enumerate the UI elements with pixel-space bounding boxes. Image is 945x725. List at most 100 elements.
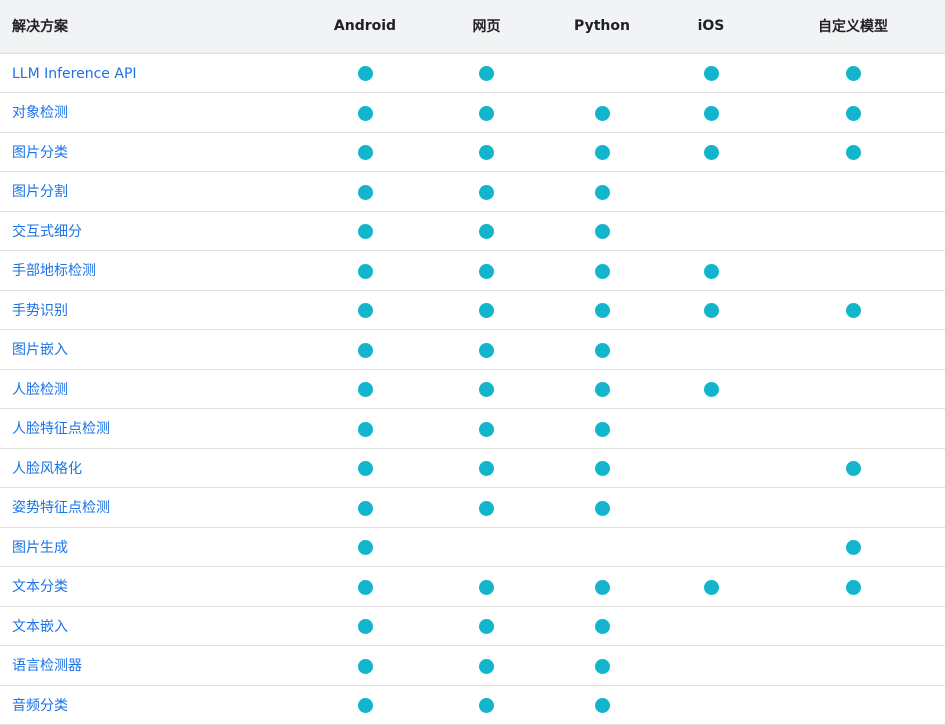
supported-dot-icon: [357, 421, 373, 437]
custom-model-support-cell: [761, 93, 945, 133]
solution-link[interactable]: 对象检测: [12, 105, 68, 121]
supported-dot-icon: [479, 224, 494, 240]
supported-dot-icon: [479, 658, 494, 674]
ios-support-cell: [661, 606, 761, 646]
table-row: 文本嵌入: [0, 606, 945, 646]
table-row: 图片生成: [0, 527, 945, 567]
table-row: 人脸风格化: [0, 448, 945, 488]
web-support-cell: [430, 488, 543, 528]
solution-name-cell: 语言检测器: [0, 646, 300, 686]
supported-dot-icon: [703, 66, 719, 82]
android-support-cell: [300, 330, 430, 370]
custom-model-support-cell: [761, 448, 945, 488]
solution-link[interactable]: 图片分割: [12, 184, 68, 200]
solution-link[interactable]: 图片嵌入: [12, 342, 68, 358]
python-support-cell: [543, 527, 661, 567]
table-row: 语言检测器: [0, 646, 945, 686]
supported-dot-icon: [479, 263, 494, 279]
table-row: 音频分类: [0, 685, 945, 725]
ios-support-cell: [661, 488, 761, 528]
web-support-cell: [430, 93, 543, 133]
solution-link[interactable]: 手部地标检测: [12, 263, 96, 279]
solution-link[interactable]: 语言检测器: [12, 658, 82, 674]
ios-support-cell: [661, 369, 761, 409]
supported-dot-icon: [845, 66, 861, 82]
ios-support-cell: [661, 646, 761, 686]
table-row: 手部地标检测: [0, 251, 945, 291]
supported-dot-icon: [845, 461, 861, 477]
custom-model-support-cell: [761, 211, 945, 251]
ios-support-cell: [661, 93, 761, 133]
ios-support-cell: [661, 527, 761, 567]
web-support-cell: [430, 606, 543, 646]
android-support-cell: [300, 93, 430, 133]
ios-support-cell: [661, 251, 761, 291]
table-row: LLM Inference API: [0, 53, 945, 93]
solution-link[interactable]: 文本嵌入: [12, 619, 68, 635]
solution-link[interactable]: 图片分类: [12, 145, 68, 161]
custom-model-support-cell: [761, 53, 945, 93]
supported-dot-icon: [357, 619, 373, 635]
supported-dot-icon: [594, 224, 610, 240]
web-support-cell: [430, 409, 543, 449]
solution-link[interactable]: 姿势特征点检测: [12, 500, 110, 516]
solution-link[interactable]: LLM Inference API: [12, 66, 137, 82]
solution-link[interactable]: 文本分类: [12, 579, 68, 595]
web-support-cell: [430, 53, 543, 93]
solution-link[interactable]: 图片生成: [12, 540, 68, 556]
supported-dot-icon: [479, 184, 494, 200]
supported-dot-icon: [594, 342, 610, 358]
android-support-cell: [300, 606, 430, 646]
supported-dot-icon: [845, 145, 861, 161]
supported-dot-icon: [703, 382, 719, 398]
solution-name-cell: 图片生成: [0, 527, 300, 567]
supported-dot-icon: [479, 303, 494, 319]
supported-dot-icon: [357, 658, 373, 674]
table-row: 图片分割: [0, 172, 945, 212]
supported-dot-icon: [357, 105, 373, 121]
solution-name-cell: 音频分类: [0, 685, 300, 725]
ios-support-cell: [661, 132, 761, 172]
ios-support-cell: [661, 448, 761, 488]
android-support-cell: [300, 448, 430, 488]
supported-dot-icon: [357, 342, 373, 358]
table-row: 文本分类: [0, 567, 945, 606]
python-support-cell: [543, 606, 661, 646]
solution-name-cell: 交互式细分: [0, 211, 300, 251]
supported-dot-icon: [479, 461, 494, 477]
python-support-cell: [543, 448, 661, 488]
solution-link[interactable]: 人脸风格化: [12, 461, 82, 477]
supported-dot-icon: [703, 145, 719, 161]
supported-dot-icon: [703, 105, 719, 121]
solution-link[interactable]: 音频分类: [12, 698, 68, 714]
solution-name-cell: 姿势特征点检测: [0, 488, 300, 528]
solution-link[interactable]: 手势识别: [12, 303, 68, 319]
python-support-cell: [543, 685, 661, 725]
solution-link[interactable]: 交互式细分: [12, 224, 82, 240]
android-support-cell: [300, 369, 430, 409]
ios-support-cell: [661, 409, 761, 449]
android-support-cell: [300, 132, 430, 172]
android-support-cell: [300, 172, 430, 212]
supported-dot-icon: [357, 500, 373, 516]
supported-dot-icon: [703, 579, 719, 595]
web-support-cell: [430, 330, 543, 370]
supported-dot-icon: [357, 461, 373, 477]
supported-dot-icon: [845, 540, 861, 556]
supported-dot-icon: [357, 540, 373, 556]
table-row: 手势识别: [0, 290, 945, 330]
supported-dot-icon: [479, 500, 494, 516]
ios-support-cell: [661, 172, 761, 212]
supported-dot-icon: [357, 303, 373, 319]
android-support-cell: [300, 646, 430, 686]
android-support-cell: [300, 251, 430, 291]
web-support-cell: [430, 211, 543, 251]
custom-model-support-cell: [761, 251, 945, 291]
solution-link[interactable]: 人脸特征点检测: [12, 421, 110, 437]
solution-link[interactable]: 人脸检测: [12, 382, 68, 398]
supported-dot-icon: [594, 303, 610, 319]
android-support-cell: [300, 211, 430, 251]
python-support-cell: [543, 409, 661, 449]
solution-name-cell: 文本嵌入: [0, 606, 300, 646]
solution-name-cell: 人脸检测: [0, 369, 300, 409]
